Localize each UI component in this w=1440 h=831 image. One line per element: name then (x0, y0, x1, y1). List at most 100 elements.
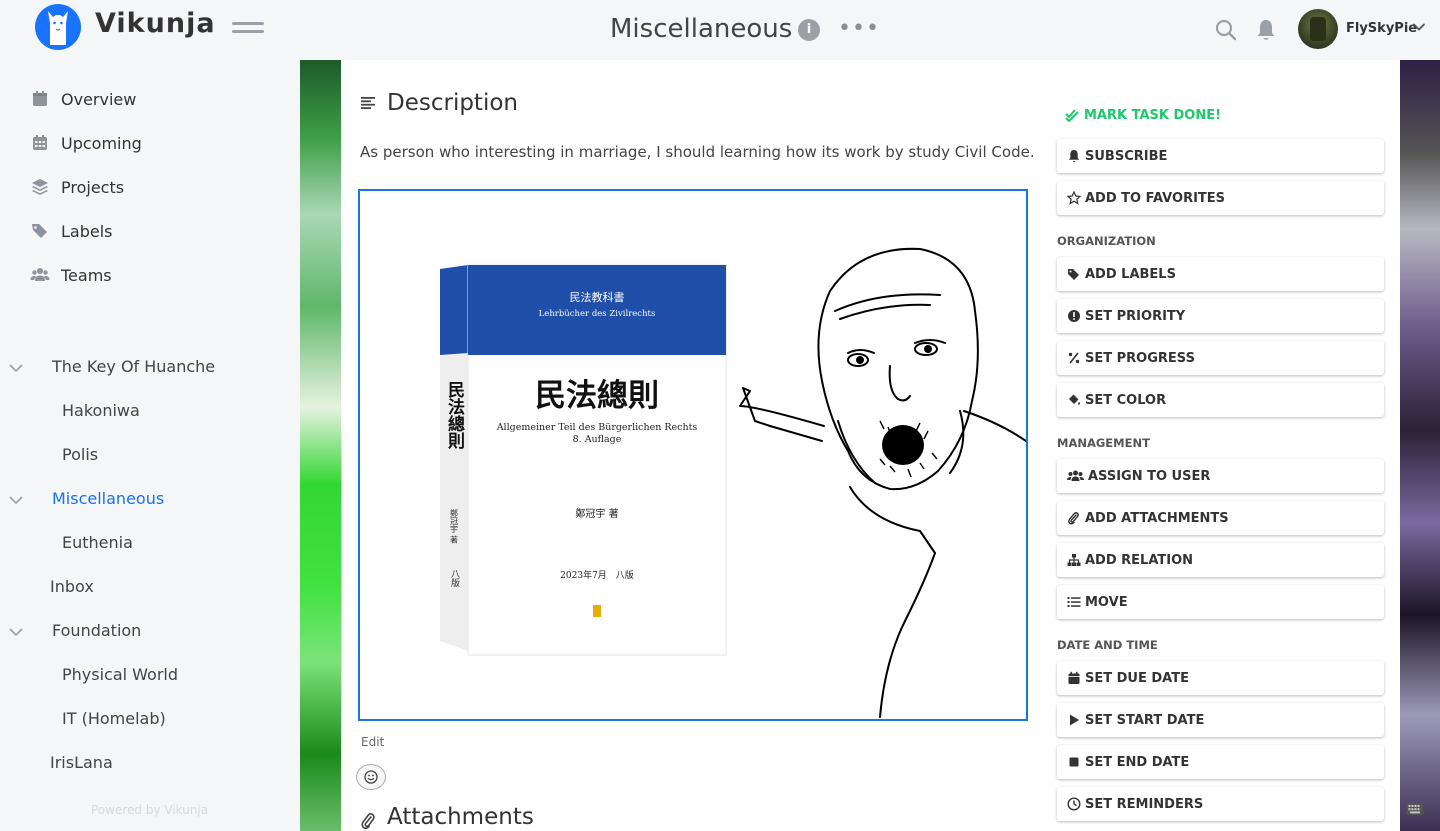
move-button[interactable]: MOVE (1057, 585, 1384, 619)
set-priority-button[interactable]: SET PRIORITY (1057, 299, 1384, 333)
users-icon (1067, 470, 1084, 481)
nav-labels[interactable]: Labels (30, 218, 113, 244)
task-detail-panel: Description As person who interesting in… (341, 60, 1400, 831)
project-irislana[interactable]: IrisLana (50, 753, 113, 772)
project-foundation[interactable]: Foundation (52, 621, 141, 640)
chevron-down-icon[interactable] (8, 492, 24, 508)
tags-icon (1068, 269, 1079, 280)
subscribe-button[interactable]: SUBSCRIBE (1057, 139, 1384, 173)
list-icon (1067, 597, 1081, 607)
book-spine-author: 鄭冠宇 著 (450, 508, 459, 545)
notifications-bell-icon[interactable] (1255, 18, 1277, 42)
username[interactable]: FlySkyPie (1346, 21, 1417, 36)
nav-label: Labels (61, 221, 113, 241)
powered-by[interactable]: Powered by Vikunja (91, 803, 208, 817)
info-icon[interactable]: i (798, 19, 820, 41)
paperclip-icon (361, 813, 375, 830)
set-start-date-button[interactable]: SET START DATE (1057, 703, 1384, 737)
top-bar: Vikunja Miscellaneous i ••• FlySkyPie (0, 0, 1440, 60)
book-series-de: Lehrbücher des Zivilrechts (539, 309, 656, 319)
nav-projects[interactable]: Projects (30, 174, 124, 200)
vikunja-logo-icon[interactable] (34, 3, 82, 51)
set-end-date-button[interactable]: SET END DATE (1057, 745, 1384, 779)
chevron-down-icon[interactable] (1412, 20, 1426, 34)
nav-label: Teams (61, 265, 112, 285)
set-color-label: SET COLOR (1085, 392, 1167, 408)
add-to-favorites-label: ADD TO FAVORITES (1085, 190, 1226, 206)
set-due-date-button[interactable]: SET DUE DATE (1057, 661, 1384, 695)
book-series-cn: 民法教科書 (570, 290, 625, 304)
edit-description-link[interactable]: Edit (361, 735, 384, 749)
set-progress-label: SET PROGRESS (1085, 350, 1195, 366)
brand-name[interactable]: Vikunja (95, 8, 216, 39)
set-progress-button[interactable]: SET PROGRESS (1057, 341, 1384, 375)
paperclip-icon (1068, 512, 1079, 525)
set-priority-label: SET PRIORITY (1085, 308, 1186, 324)
assign-to-user-button[interactable]: ASSIGN TO USER (1057, 459, 1384, 493)
add-attachments-button[interactable]: ADD ATTACHMENTS (1057, 501, 1384, 535)
book-author: 鄭冠宇 著 (575, 507, 618, 520)
assign-to-user-label: ASSIGN TO USER (1088, 468, 1211, 484)
clock-icon (1067, 797, 1081, 811)
chevron-down-icon[interactable] (8, 360, 24, 376)
add-relation-label: ADD RELATION (1085, 552, 1194, 568)
add-relation-button[interactable]: ADD RELATION (1057, 543, 1384, 577)
tags-icon (32, 224, 47, 238)
description-text[interactable]: As person who interesting in marriage, I… (360, 143, 1035, 161)
set-end-date-label: SET END DATE (1085, 754, 1190, 770)
add-labels-button[interactable]: ADD LABELS (1057, 257, 1384, 291)
mark-task-done-button[interactable]: MARK TASK DONE! (1065, 105, 1221, 125)
play-icon (1070, 714, 1079, 726)
add-attachments-label: ADD ATTACHMENTS (1085, 510, 1229, 526)
nav-label: Overview (61, 89, 137, 109)
menu-toggle-icon[interactable] (232, 22, 264, 38)
nav-label: Projects (61, 177, 125, 197)
background-image-right (1400, 60, 1440, 831)
book-date: 2023年7月 八版 (560, 569, 634, 581)
project-polis[interactable]: Polis (62, 445, 98, 464)
project-miscellaneous[interactable]: Miscellaneous (52, 489, 164, 508)
calendar-icon (33, 91, 47, 106)
check-double-icon (1065, 109, 1079, 122)
nav-upcoming[interactable]: Upcoming (30, 130, 142, 156)
bell-icon (1068, 150, 1080, 162)
nav-overview[interactable]: Overview (30, 86, 136, 112)
nav-teams[interactable]: Teams (30, 262, 112, 288)
mark-task-done-label: MARK TASK DONE! (1084, 107, 1222, 123)
attachments-heading: Attachments (387, 804, 534, 830)
project-inbox[interactable]: Inbox (50, 577, 94, 596)
smile-icon (364, 770, 378, 784)
avatar[interactable] (1298, 9, 1338, 49)
set-reminders-button[interactable]: SET REMINDERS (1057, 787, 1384, 821)
fill-drip-icon (1069, 394, 1080, 405)
chevron-down-icon[interactable] (8, 624, 24, 640)
meme-illustration: 民法教科書 Lehrbücher des Zivilrechts 民法總則 Al… (440, 247, 1026, 718)
add-to-favorites-button[interactable]: ADD TO FAVORITES (1057, 181, 1384, 215)
project-it-homelab[interactable]: IT (Homelab) (62, 709, 166, 728)
layers-icon (32, 179, 48, 195)
project-the-key-of-huanche[interactable]: The Key Of Huanche (52, 357, 215, 376)
background-image-left (300, 60, 341, 831)
book-edition: 8. Auflage (573, 434, 622, 445)
calendar-icon (1068, 671, 1080, 684)
sitemap-icon (1067, 554, 1081, 566)
more-options-icon[interactable]: ••• (838, 16, 880, 41)
stop-icon (1069, 757, 1079, 767)
description-image[interactable]: 民法教科書 Lehrbücher des Zivilrechts 民法總則 Al… (358, 189, 1028, 721)
set-reminders-label: SET REMINDERS (1085, 796, 1204, 812)
project-euthenia[interactable]: Euthenia (62, 533, 133, 552)
set-color-button[interactable]: SET COLOR (1057, 383, 1384, 417)
add-reaction-button[interactable] (356, 764, 386, 790)
management-section-label: MANAGEMENT (1057, 436, 1150, 450)
search-icon[interactable] (1214, 18, 1238, 42)
date-time-section-label: DATE AND TIME (1057, 638, 1158, 652)
project-physical-world[interactable]: Physical World (62, 665, 178, 684)
nav-label: Upcoming (61, 133, 142, 153)
subscribe-label: SUBSCRIBE (1085, 148, 1168, 164)
project-hakoniwa[interactable]: Hakoniwa (62, 401, 140, 420)
book-subtitle-de: Allgemeiner Teil des Bürgerlichen Rechts (496, 422, 698, 433)
keyboard-icon[interactable] (1406, 802, 1424, 816)
exclamation-icon (1068, 310, 1080, 322)
align-left-icon (361, 97, 375, 109)
sidebar: Overview Upcoming Projects Labels Teams … (0, 60, 300, 831)
